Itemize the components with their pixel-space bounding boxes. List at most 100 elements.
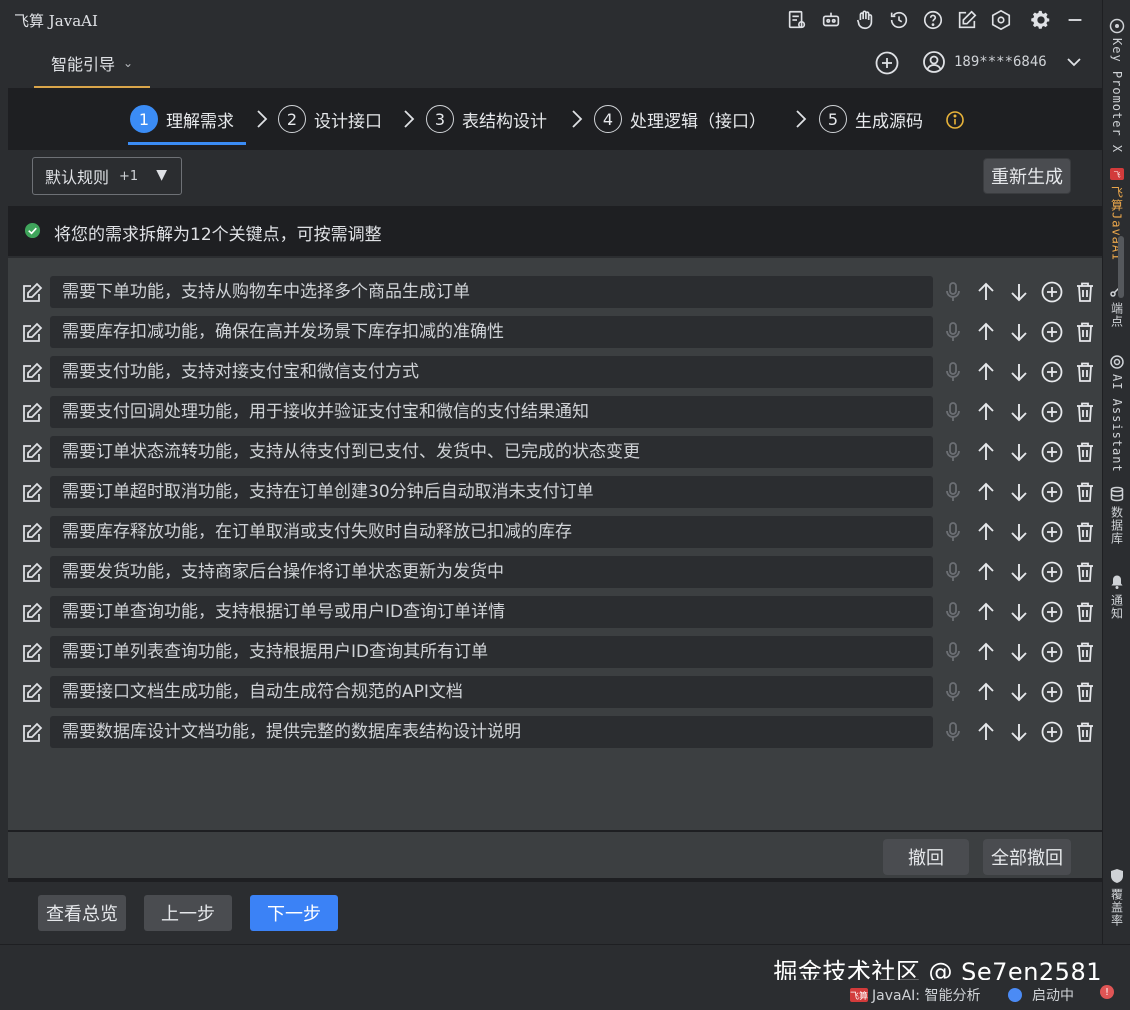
edit-icon[interactable] <box>20 721 44 745</box>
step-2[interactable]: 2 设计接口 <box>278 105 382 133</box>
requirement-text[interactable]: 需要下单功能，支持从购物车中选择多个商品生成订单 <box>50 276 933 308</box>
delete-icon[interactable] <box>1072 438 1097 466</box>
requirement-text[interactable]: 需要订单超时取消功能，支持在订单创建30分钟后自动取消未支付订单 <box>50 476 933 508</box>
requirement-text[interactable]: 需要支付回调处理功能，用于接收并验证支付宝和微信的支付结果通知 <box>50 396 933 428</box>
robot-icon[interactable] <box>818 7 844 33</box>
requirement-text[interactable]: 需要数据库设计文档功能，提供完整的数据库表结构设计说明 <box>50 716 933 748</box>
requirement-text[interactable]: 需要发货功能，支持商家后台操作将订单状态更新为发货中 <box>50 556 933 588</box>
help-icon[interactable] <box>920 7 946 33</box>
previous-step-button[interactable]: 上一步 <box>144 895 232 931</box>
delete-icon[interactable] <box>1072 558 1097 586</box>
status-starting[interactable]: 启动中 <box>1008 985 1074 1005</box>
edit-icon[interactable] <box>20 441 44 465</box>
requirement-text[interactable]: 需要库存扣减功能，确保在高并发场景下库存扣减的准确性 <box>50 316 933 348</box>
regenerate-button[interactable]: 重新生成 <box>983 158 1071 194</box>
edit-icon[interactable] <box>20 361 44 385</box>
move-up-icon[interactable] <box>973 678 998 706</box>
tab-smart-guide[interactable]: 智能引导 ⌄ <box>34 40 150 88</box>
move-down-icon[interactable] <box>1006 278 1031 306</box>
microphone-icon[interactable] <box>940 438 965 466</box>
add-circle-icon[interactable] <box>1039 638 1064 666</box>
microphone-icon[interactable] <box>940 638 965 666</box>
undo-all-button[interactable]: 全部撤回 <box>983 839 1071 875</box>
status-analysis[interactable]: 飞算 JavaAI: 智能分析 <box>850 985 980 1005</box>
move-up-icon[interactable] <box>973 518 998 546</box>
microphone-icon[interactable] <box>940 518 965 546</box>
move-down-icon[interactable] <box>1006 598 1031 626</box>
add-circle-icon[interactable] <box>1039 478 1064 506</box>
chevron-down-icon[interactable] <box>1065 53 1083 71</box>
microphone-icon[interactable] <box>940 678 965 706</box>
edit-icon[interactable] <box>20 481 44 505</box>
move-down-icon[interactable] <box>1006 438 1031 466</box>
move-down-icon[interactable] <box>1006 358 1031 386</box>
add-circle-icon[interactable] <box>1039 678 1064 706</box>
edit-icon[interactable] <box>20 681 44 705</box>
delete-icon[interactable] <box>1072 598 1097 626</box>
move-down-icon[interactable] <box>1006 318 1031 346</box>
status-error[interactable]: ! <box>1100 985 1114 999</box>
hexagon-settings-icon[interactable] <box>988 7 1014 33</box>
minimize-icon[interactable] <box>1062 7 1088 33</box>
edit-icon[interactable] <box>20 641 44 665</box>
sidebar-item[interactable]: AI Assistant <box>1103 354 1130 473</box>
move-up-icon[interactable] <box>973 438 998 466</box>
add-circle-icon[interactable] <box>1039 558 1064 586</box>
move-down-icon[interactable] <box>1006 638 1031 666</box>
info-icon[interactable] <box>945 110 965 130</box>
requirement-text[interactable]: 需要订单状态流转功能，支持从待支付到已支付、发货中、已完成的状态变更 <box>50 436 933 468</box>
microphone-icon[interactable] <box>940 558 965 586</box>
microphone-icon[interactable] <box>940 398 965 426</box>
move-up-icon[interactable] <box>973 598 998 626</box>
microphone-icon[interactable] <box>940 718 965 746</box>
edit-icon[interactable] <box>20 561 44 585</box>
step-3[interactable]: 3 表结构设计 <box>426 105 547 133</box>
next-step-button[interactable]: 下一步 <box>250 895 338 931</box>
history-icon[interactable] <box>886 7 912 33</box>
sidebar-item[interactable]: Key Promoter X <box>1103 18 1130 153</box>
delete-icon[interactable] <box>1072 518 1097 546</box>
add-circle-icon[interactable] <box>1039 278 1064 306</box>
step-5[interactable]: 5 生成源码 <box>819 105 923 133</box>
undo-button[interactable]: 撤回 <box>883 839 969 875</box>
add-circle-icon[interactable] <box>1039 358 1064 386</box>
gear-icon[interactable] <box>1028 7 1054 33</box>
move-up-icon[interactable] <box>973 478 998 506</box>
delete-icon[interactable] <box>1072 318 1097 346</box>
move-up-icon[interactable] <box>973 718 998 746</box>
move-up-icon[interactable] <box>973 398 998 426</box>
step-4[interactable]: 4 处理逻辑（接口） <box>594 105 766 133</box>
sidebar-item[interactable]: 通知 <box>1103 574 1130 620</box>
edit-icon[interactable] <box>20 281 44 305</box>
requirement-text[interactable]: 需要订单查询功能，支持根据订单号或用户ID查询订单详情 <box>50 596 933 628</box>
sidebar-item[interactable]: 覆盖率 <box>1103 868 1130 927</box>
move-down-icon[interactable] <box>1006 678 1031 706</box>
user-menu[interactable]: 189****6846 <box>922 50 1083 74</box>
overview-button[interactable]: 查看总览 <box>38 895 126 931</box>
microphone-icon[interactable] <box>940 358 965 386</box>
edit-icon[interactable] <box>20 401 44 425</box>
add-circle-icon[interactable] <box>1039 398 1064 426</box>
requirement-text[interactable]: 需要支付功能，支持对接支付宝和微信支付方式 <box>50 356 933 388</box>
sidebar-item[interactable]: 端点 <box>1103 282 1130 328</box>
move-up-icon[interactable] <box>973 638 998 666</box>
sidebar-item[interactable]: 数据库 <box>1103 486 1130 545</box>
delete-icon[interactable] <box>1072 358 1097 386</box>
delete-icon[interactable] <box>1072 398 1097 426</box>
sidebar-item[interactable]: 飞飞算JavaAI <box>1103 166 1130 261</box>
add-circle-icon[interactable] <box>1039 518 1064 546</box>
delete-icon[interactable] <box>1072 478 1097 506</box>
delete-icon[interactable] <box>1072 278 1097 306</box>
add-circle-icon[interactable] <box>1039 598 1064 626</box>
step-1[interactable]: 1 理解需求 <box>130 105 234 133</box>
edit-icon[interactable] <box>20 601 44 625</box>
edit-icon[interactable] <box>20 321 44 345</box>
microphone-icon[interactable] <box>940 318 965 346</box>
move-down-icon[interactable] <box>1006 518 1031 546</box>
hand-icon[interactable] <box>852 7 878 33</box>
delete-icon[interactable] <box>1072 678 1097 706</box>
requirement-text[interactable]: 需要订单列表查询功能，支持根据用户ID查询其所有订单 <box>50 636 933 668</box>
add-circle-icon[interactable] <box>1039 438 1064 466</box>
document-settings-icon[interactable] <box>784 7 810 33</box>
microphone-icon[interactable] <box>940 278 965 306</box>
